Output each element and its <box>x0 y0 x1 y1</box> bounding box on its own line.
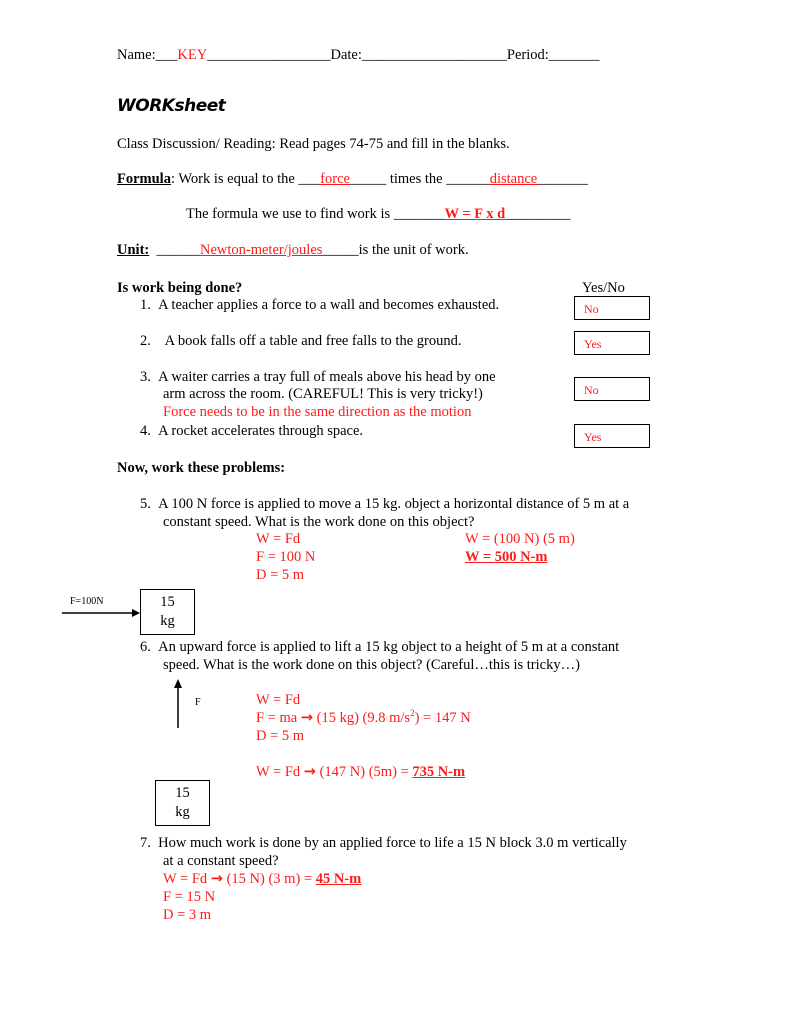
question-text: A rocket accelerates through space. <box>158 423 364 439</box>
answer-box-2[interactable]: Yes <box>574 331 650 355</box>
unit-label: Unit: <box>117 242 150 258</box>
problem-number: 7. <box>140 835 151 851</box>
blank: _________ <box>505 206 571 222</box>
answer-unit[interactable]: Newton-meter/joules <box>200 242 322 258</box>
question-number: 2. <box>140 333 151 349</box>
p6-work-4b: (147 N) (5m) = <box>315 764 413 780</box>
question-4: 4. A rocket accelerates through space. <box>140 423 363 440</box>
p5-answer: W = 500 N-m <box>465 549 548 565</box>
work-done-heading: Is work being done? <box>117 280 243 296</box>
p7-answer: 45 N-m <box>315 871 362 887</box>
answer-force[interactable]: force <box>320 171 350 187</box>
problem-7: 7. How much work is done by an applied f… <box>140 835 627 852</box>
unit-line: Unit: ______Newton-meter/joules_____is t… <box>117 242 469 259</box>
p6-work-2a: F = ma <box>256 710 301 726</box>
p6-work-2b: (15 kg) (9.8 m/s <box>313 710 411 726</box>
right-arrow-icon: → <box>303 764 316 780</box>
problem-6-line-2: speed. What is the work done on this obj… <box>163 657 580 673</box>
problem-5-line-2: constant speed. What is the work done on… <box>163 514 475 530</box>
question-number: 3. <box>140 369 151 385</box>
answer-distance[interactable]: distance <box>490 171 538 187</box>
problem-number: 5. <box>140 496 151 512</box>
formula-label: Formula <box>117 171 171 187</box>
name-blank: ___ <box>155 47 178 63</box>
right-arrow-icon: → <box>210 871 223 887</box>
p5-work-1: W = Fd <box>256 531 301 547</box>
name-value[interactable]: KEY <box>177 47 207 63</box>
name-blank-tail: _________________ <box>207 47 331 63</box>
formula-text: : Work is equal to the <box>170 171 299 187</box>
intro-text: Class Discussion/ Reading: Read pages 74… <box>117 136 510 152</box>
date-blank[interactable]: ____________________ <box>362 47 507 63</box>
formula-line2-text: The formula we use to find work is <box>186 206 394 222</box>
blank: ______ <box>156 242 200 258</box>
p7-work-1b: (15 N) (3 m) = <box>222 871 316 887</box>
question-3: 3. A waiter carries a tray full of meals… <box>140 369 496 386</box>
problem-7-line-2: at a constant speed? <box>163 853 279 869</box>
blank: ___ <box>298 171 321 187</box>
blank: _____ <box>322 242 359 258</box>
blank: _____ <box>349 171 387 187</box>
name-label: Name: <box>117 47 156 63</box>
p6-work-4: W = Fd → (147 N) (5m) = 735 N-m <box>256 764 465 781</box>
formula-line-2: The formula we use to find work is _____… <box>186 206 570 223</box>
problem-text: An upward force is applied to lift a 15 … <box>158 639 620 655</box>
unit-suffix: is the unit of work. <box>358 242 469 258</box>
mass-value: 15 <box>175 785 190 801</box>
problem-6: 6. An upward force is applied to lift a … <box>140 639 619 656</box>
question-2: 2. A book falls off a table and free fal… <box>140 333 461 350</box>
mass-value: 15 <box>160 594 175 610</box>
problems-heading: Now, work these problems: <box>117 460 286 476</box>
blank: _______ <box>393 206 445 222</box>
answer-formula[interactable]: W = F x d <box>445 206 506 222</box>
formula-mid-text: times the <box>386 171 447 187</box>
answer-box-4[interactable]: Yes <box>574 424 650 448</box>
blank: _______ <box>537 171 588 187</box>
formula-line: Formula: Work is equal to the ___force__… <box>117 171 588 188</box>
p6-force-label: F <box>195 697 201 708</box>
period-blank[interactable]: _______ <box>549 47 600 63</box>
question-3-line-2: arm across the room. (CAREFUL! This is v… <box>163 386 483 402</box>
p7-work-3: D = 3 m <box>163 907 212 923</box>
question-1: 1. A teacher applies a force to a wall a… <box>140 297 499 314</box>
p7-work-1: W = Fd → (15 N) (3 m) = 45 N-m <box>163 871 361 888</box>
question-text: A book falls off a table and free falls … <box>161 333 462 349</box>
p6-work-3: D = 5 m <box>256 728 305 744</box>
p7-work-2: F = 15 N <box>163 889 216 905</box>
date-label: Date: <box>330 47 362 63</box>
p5-work-3: D = 5 m <box>256 567 305 583</box>
question-number: 1. <box>140 297 151 313</box>
answer-box-3[interactable]: No <box>574 377 650 401</box>
header-line: Name:___KEY_________________Date:_______… <box>117 47 600 64</box>
p6-work-2: F = ma → (15 kg) (9.8 m/s2) = 147 N <box>256 709 471 727</box>
yes-no-column-label: Yes/No <box>582 280 625 296</box>
mass-unit: kg <box>160 613 175 629</box>
answer-box-1[interactable]: No <box>574 296 650 320</box>
question-3-note: Force needs to be in the same direction … <box>163 404 472 420</box>
problem-5: 5. A 100 N force is applied to move a 15… <box>140 496 629 513</box>
p5-work-2: F = 100 N <box>256 549 316 565</box>
p6-work-2c: ) = 147 N <box>414 710 471 726</box>
problem-text: How much work is done by an applied forc… <box>158 835 627 851</box>
question-text: A waiter carries a tray full of meals ab… <box>158 369 496 385</box>
worksheet-title: WORKsheet <box>117 96 226 116</box>
p5-force-arrow-icon <box>62 609 140 617</box>
right-arrow-icon: → <box>300 710 313 726</box>
problem-number: 6. <box>140 639 151 655</box>
p5-work-right-1: W = (100 N) (5 m) <box>465 531 575 547</box>
question-number: 4. <box>140 423 151 439</box>
p5-mass-box: 15 kg <box>140 589 195 635</box>
p7-work-1a: W = Fd <box>163 871 211 887</box>
p6-mass-box: 15 kg <box>155 780 210 826</box>
question-text: A teacher applies a force to a wall and … <box>158 297 500 313</box>
period-label: Period: <box>506 47 549 63</box>
p6-work-1: W = Fd <box>256 692 301 708</box>
blank: ______ <box>446 171 490 187</box>
p6-work-4a: W = Fd <box>256 764 304 780</box>
p6-force-arrow-icon <box>174 679 182 728</box>
p6-answer: 735 N-m <box>412 764 466 780</box>
mass-unit: kg <box>175 804 190 820</box>
problem-text: A 100 N force is applied to move a 15 kg… <box>158 496 630 512</box>
